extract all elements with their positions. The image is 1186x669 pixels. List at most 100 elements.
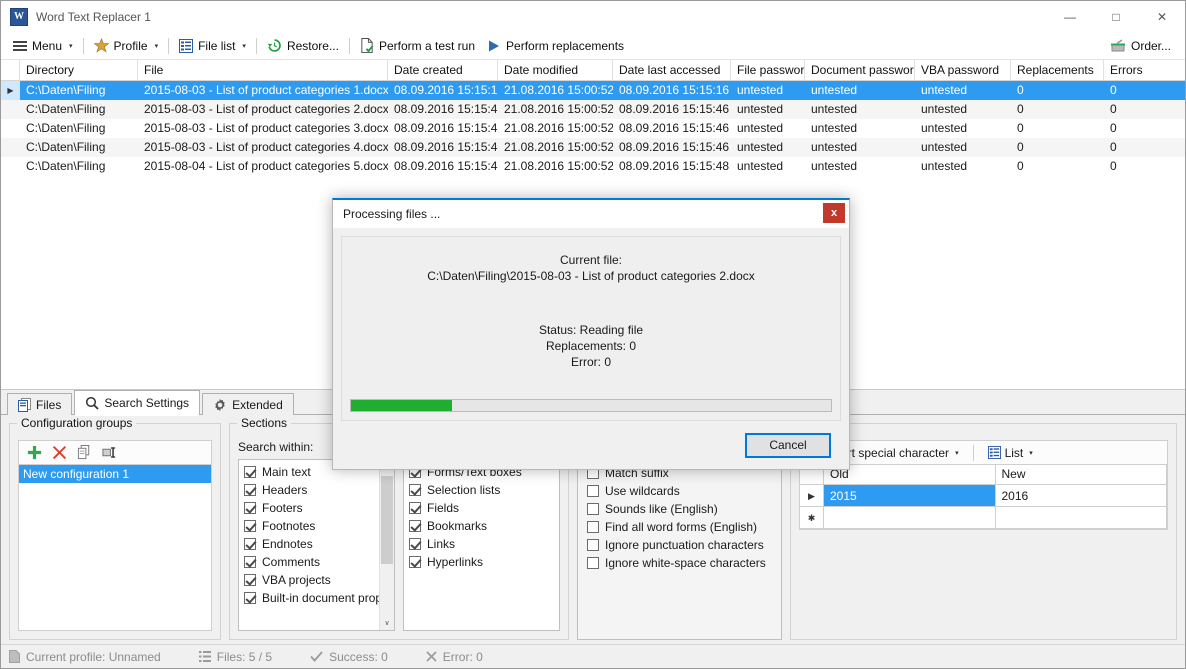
configuration-groups-list[interactable]: New configuration 1 (18, 464, 212, 631)
delete-icon[interactable] (52, 445, 67, 460)
menu-button[interactable]: Menu ▾ (7, 35, 79, 57)
toolbar-separator (972, 444, 974, 461)
profile-button[interactable]: Profile ▾ (88, 35, 165, 57)
tab-files[interactable]: Files (7, 393, 73, 415)
section-checkbox-item[interactable]: VBA projects (241, 571, 392, 589)
section-checkbox-item[interactable]: Selection lists (406, 481, 557, 499)
section-checkbox-item[interactable]: Comments (241, 553, 392, 571)
table-row[interactable]: C:\Daten\Filing 2015-08-03 - List of prod… (1, 138, 1185, 157)
values-cell-old[interactable]: 2015 (824, 485, 996, 506)
chevron-down-icon: ▾ (1029, 449, 1033, 457)
values-cell-old[interactable] (824, 507, 996, 528)
values-cell-new[interactable] (996, 507, 1167, 528)
column-header[interactable]: VBA password (915, 60, 1011, 80)
values-cell-new[interactable]: 2016 (996, 485, 1167, 506)
list-button[interactable]: List ▾ (984, 445, 1037, 461)
checkbox[interactable] (409, 520, 421, 532)
dialog-close-button[interactable]: x (823, 203, 845, 223)
table-row[interactable]: C:\Daten\Filing 2015-08-03 - List of prod… (1, 100, 1185, 119)
checkbox[interactable] (244, 556, 256, 568)
search-option-item-label: Use wildcards (605, 484, 680, 498)
column-header[interactable]: Date last accessed (613, 60, 731, 80)
section-checkbox-item[interactable]: Built-in document prope (241, 589, 392, 607)
section-checkbox-item[interactable]: Footnotes (241, 517, 392, 535)
section-checkbox-item-label: Comments (262, 555, 321, 569)
sections-right-list[interactable]: Forms/Text boxes Selection lists Fields Boo… (403, 459, 560, 631)
file-list-button[interactable]: File list ▾ (173, 35, 252, 57)
search-option-item[interactable]: Ignore white-space characters (584, 554, 775, 572)
close-button[interactable]: ✕ (1139, 1, 1185, 32)
section-checkbox-item[interactable]: Fields (406, 499, 557, 517)
table-row[interactable]: ▶ C:\Daten\Filing 2015-08-03 - List of pro… (1, 81, 1185, 100)
maximize-button[interactable]: □ (1093, 1, 1139, 32)
section-checkbox-item[interactable]: Bookmarks (406, 517, 557, 535)
column-header[interactable]: File (138, 60, 388, 80)
scroll-down-icon[interactable]: ∨ (380, 615, 394, 630)
values-table-row[interactable]: ▶ 2015 2016 (800, 485, 1167, 507)
scrollbar-thumb[interactable] (381, 476, 393, 564)
table-cell: C:\Daten\Filing (26, 102, 106, 116)
tab-extended[interactable]: Extended (202, 393, 294, 415)
checkbox[interactable] (409, 484, 421, 496)
tab-search-settings-label: Search Settings (104, 396, 190, 410)
column-header[interactable]: Errors (1104, 60, 1185, 80)
tab-search-settings[interactable]: Search Settings (74, 390, 201, 416)
checkbox[interactable] (587, 557, 599, 569)
column-header[interactable]: File password (731, 60, 805, 80)
values-grid[interactable]: Old New ▶ 2015 2016 ✱ (799, 464, 1168, 530)
column-header[interactable]: Document password (805, 60, 915, 80)
checkbox[interactable] (244, 574, 256, 586)
toolbar-separator (348, 37, 350, 54)
minimize-button[interactable]: — (1047, 1, 1093, 32)
checkbox[interactable] (244, 538, 256, 550)
list-button-label: List (1004, 445, 1024, 460)
restore-button[interactable]: Restore... (261, 35, 345, 57)
search-option-item[interactable]: Ignore punctuation characters (584, 536, 775, 554)
checkbox[interactable] (587, 521, 599, 533)
checkbox[interactable] (409, 538, 421, 550)
checkbox[interactable] (244, 520, 256, 532)
checkbox[interactable] (587, 485, 599, 497)
checkbox[interactable] (244, 466, 256, 478)
sections-left-list[interactable]: ∧ ∨ Main text Headers Footers Footnotes Endn… (238, 459, 395, 631)
checkbox[interactable] (244, 484, 256, 496)
section-checkbox-item[interactable]: Hyperlinks (406, 553, 557, 571)
search-option-item[interactable]: Sounds like (English) (584, 500, 775, 518)
section-checkbox-item[interactable]: Headers (241, 481, 392, 499)
list-item[interactable]: New configuration 1 (19, 465, 211, 483)
search-option-item[interactable]: Find all word forms (English) (584, 518, 775, 536)
column-header[interactable]: Date created (388, 60, 498, 80)
table-row[interactable]: C:\Daten\Filing 2015-08-04 - List of prod… (1, 157, 1185, 176)
section-checkbox-item[interactable]: Endnotes (241, 535, 392, 553)
section-checkbox-item-label: Footnotes (262, 519, 316, 533)
order-button[interactable]: Order... (1104, 37, 1177, 55)
section-checkbox-item[interactable]: Footers (241, 499, 392, 517)
table-row[interactable]: C:\Daten\Filing 2015-08-03 - List of prod… (1, 119, 1185, 138)
checkbox[interactable] (409, 502, 421, 514)
toolbar-separator (82, 37, 84, 54)
perform-replacements-button[interactable]: Perform replacements (481, 35, 630, 57)
sections-scrollbar[interactable]: ∧ ∨ (379, 460, 394, 630)
values-table-row[interactable]: ✱ (800, 507, 1167, 529)
section-checkbox-item-label: Links (427, 537, 456, 551)
dialog-status: Status: Reading file (538, 323, 644, 337)
column-header[interactable]: Directory (20, 60, 138, 80)
copy-icon[interactable] (77, 445, 92, 460)
values-grid-header: Old New (800, 465, 1167, 485)
checkbox[interactable] (244, 502, 256, 514)
perform-test-run-button[interactable]: Perform a test run (354, 35, 481, 57)
window-title: Word Text Replacer 1 (36, 9, 151, 24)
status-files-label: Files: 5 / 5 (216, 649, 273, 664)
column-header[interactable]: Date modified (498, 60, 613, 80)
cancel-button[interactable]: Cancel (745, 432, 831, 458)
rename-icon[interactable] (102, 445, 117, 460)
checkbox[interactable] (409, 556, 421, 568)
tab-files-label: Files (36, 397, 62, 412)
add-icon[interactable] (27, 445, 42, 460)
checkbox[interactable] (244, 592, 256, 604)
section-checkbox-item[interactable]: Links (406, 535, 557, 553)
search-option-item[interactable]: Use wildcards (584, 482, 775, 500)
checkbox[interactable] (587, 539, 599, 551)
column-header[interactable]: Replacements (1011, 60, 1104, 80)
checkbox[interactable] (587, 503, 599, 515)
